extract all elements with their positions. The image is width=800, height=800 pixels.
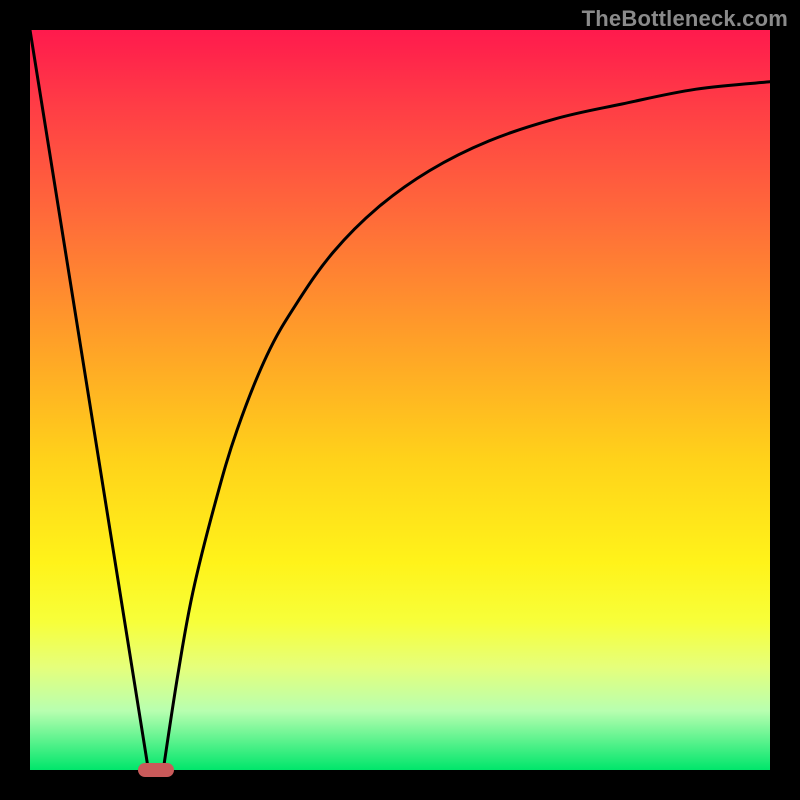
series-left-line [30,30,148,770]
curve-svg [30,30,770,770]
watermark-text: TheBottleneck.com [582,6,788,32]
plot-area [30,30,770,770]
series-right-curve [163,82,770,770]
chart-frame: TheBottleneck.com [0,0,800,800]
minimum-marker [138,763,174,777]
